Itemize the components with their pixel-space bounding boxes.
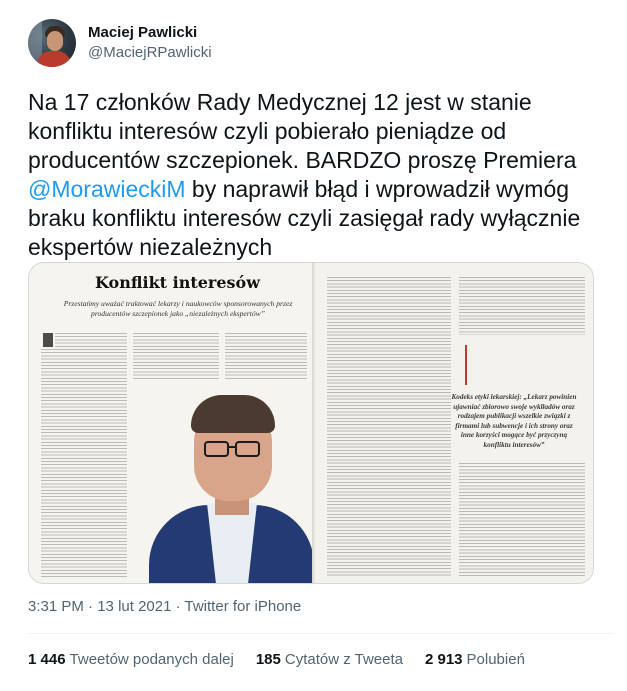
text-column [133, 333, 219, 381]
portrait-glasses [235, 441, 260, 457]
text-column [225, 333, 307, 381]
retweets-label: Tweetów podanych dalej [69, 651, 234, 668]
article-lead: Przestańmy uważać traktować lekarzy i na… [63, 299, 293, 318]
text-column [327, 277, 451, 577]
divider [28, 633, 613, 634]
text-column [55, 333, 127, 347]
text-column [459, 463, 585, 577]
article-title: Konflikt interesów [95, 273, 260, 292]
text-column [459, 277, 585, 335]
text-column [41, 349, 127, 579]
likes-count: 2 913 [424, 651, 463, 668]
quotes-count: 185 [255, 651, 281, 668]
article-pull-quote: Kodeks etyki lekarskiej: „Lekarz powinie… [451, 393, 577, 449]
portrait-glasses [204, 441, 229, 457]
author-handle[interactable]: @MaciejRPawlicki [88, 43, 212, 63]
meta-separator: · [83, 598, 98, 615]
author-names: Maciej Pawlicki @MaciejRPawlicki [88, 23, 212, 63]
article-portrait-photo [149, 383, 314, 583]
likes-stat[interactable]: 2 913 Polubień [425, 650, 525, 670]
quotes-label: Cytatów z Tweeta [284, 651, 403, 668]
retweets-count: 1 446 [28, 651, 66, 668]
avatar-shirt [37, 51, 71, 67]
tweet-stats: 1 446 Tweetów podanych dalej 185 Cytatów z… [28, 650, 547, 670]
tweet-time[interactable]: 3:31 PM [28, 598, 84, 615]
meta-separator: · [171, 598, 185, 615]
tweet-date[interactable]: 13 lut 2021 [97, 598, 171, 615]
retweets-stat[interactable]: 1 446 Tweetów podanych dalej [28, 650, 234, 670]
tweet-media-image[interactable]: Konflikt interesów Przestańmy uważać tra… [28, 262, 594, 584]
quote-accent-bar [465, 345, 467, 385]
author-display-name[interactable]: Maciej Pawlicki [88, 23, 212, 43]
portrait-glasses-bridge [229, 446, 235, 448]
avatar[interactable] [28, 19, 76, 67]
tweet-text-part: Na 17 członków Rady Medycznej 12 jest w … [28, 89, 577, 173]
avatar-face [47, 31, 63, 51]
article-dropcap [43, 333, 53, 347]
tweet-metadata: 3:31 PM · 13 lut 2021 · Twitter for iPho… [28, 597, 301, 617]
portrait-hair [191, 395, 275, 433]
tweet-source[interactable]: Twitter for iPhone [185, 598, 302, 615]
mention-link[interactable]: @MorawieckiM [28, 176, 186, 202]
tweet-header: Maciej Pawlicki @MaciejRPawlicki [28, 18, 212, 68]
likes-label: Polubień [466, 651, 525, 668]
tweet-text: Na 17 członków Rady Medycznej 12 jest w … [28, 88, 613, 262]
quotes-stat[interactable]: 185 Cytatów z Tweeta [256, 650, 403, 670]
newspaper-page-left: Konflikt interesów Przestańmy uważać tra… [29, 263, 314, 583]
tweet-card: Maciej Pawlicki @MaciejRPawlicki Na 17 c… [0, 0, 627, 691]
